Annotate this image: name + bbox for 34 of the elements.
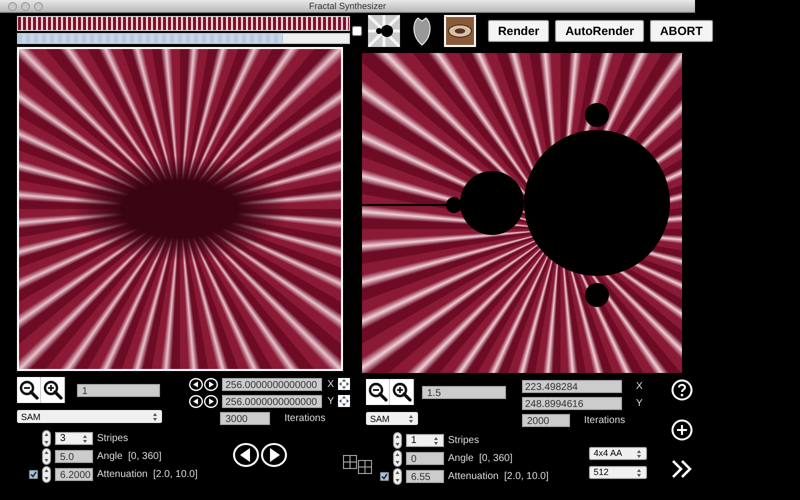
axis-label: X [636, 380, 643, 392]
angle-label: Angle [0, 360] [448, 453, 512, 464]
zoom-field[interactable]: 1 [77, 384, 160, 396]
mode-select[interactable]: SAM [17, 410, 162, 423]
angle-field[interactable]: 0 [406, 452, 444, 465]
angle-field[interactable]: 5.0 [55, 450, 93, 463]
coordinate-field[interactable]: 248.8994616 [522, 396, 622, 410]
angle-label: Angle [0, 360] [97, 451, 162, 462]
attenuation-label: Attenuation [2.0, 10.0] [448, 471, 549, 482]
stripes-label: Stripes [448, 435, 480, 446]
coordinate-field[interactable]: 256.0000000000000 [222, 394, 322, 408]
iterations-label: Iterations [284, 412, 326, 424]
stripes-select[interactable]: 1 [406, 434, 444, 447]
attenuation-field[interactable]: 6.2000 [55, 468, 93, 481]
coordinate-field[interactable]: 223.498284 [522, 380, 622, 392]
antialias-select[interactable]: 4x4 AA [588, 447, 647, 460]
toolbar-button[interactable]: AutoRender [555, 20, 644, 42]
size-select[interactable]: 512 [588, 466, 647, 479]
toolbar-button[interactable]: ABORT [650, 20, 713, 42]
stripes-select[interactable]: 3 [55, 432, 93, 445]
axis-label: X [327, 378, 334, 390]
zoom-field[interactable]: 1.5 [422, 386, 506, 398]
attenuation-field[interactable]: 6.55 [406, 470, 444, 483]
attenuation-label: Attenuation [2.0, 10.0] [97, 469, 198, 480]
toolbar-button[interactable]: Render [488, 20, 550, 42]
iterations-field[interactable]: 3000 [220, 412, 270, 424]
stripes-label: Stripes [97, 433, 128, 444]
mode-select[interactable]: SAM [366, 412, 418, 425]
window-title: Fractal Synthesizer [308, 1, 386, 11]
axis-label: Y [327, 396, 334, 406]
coordinate-field[interactable]: 256.0000000000000 [222, 378, 322, 390]
axis-label: Y [636, 398, 643, 408]
iterations-label: Iterations [584, 414, 626, 426]
iterations-field[interactable]: 2000 [522, 414, 570, 426]
